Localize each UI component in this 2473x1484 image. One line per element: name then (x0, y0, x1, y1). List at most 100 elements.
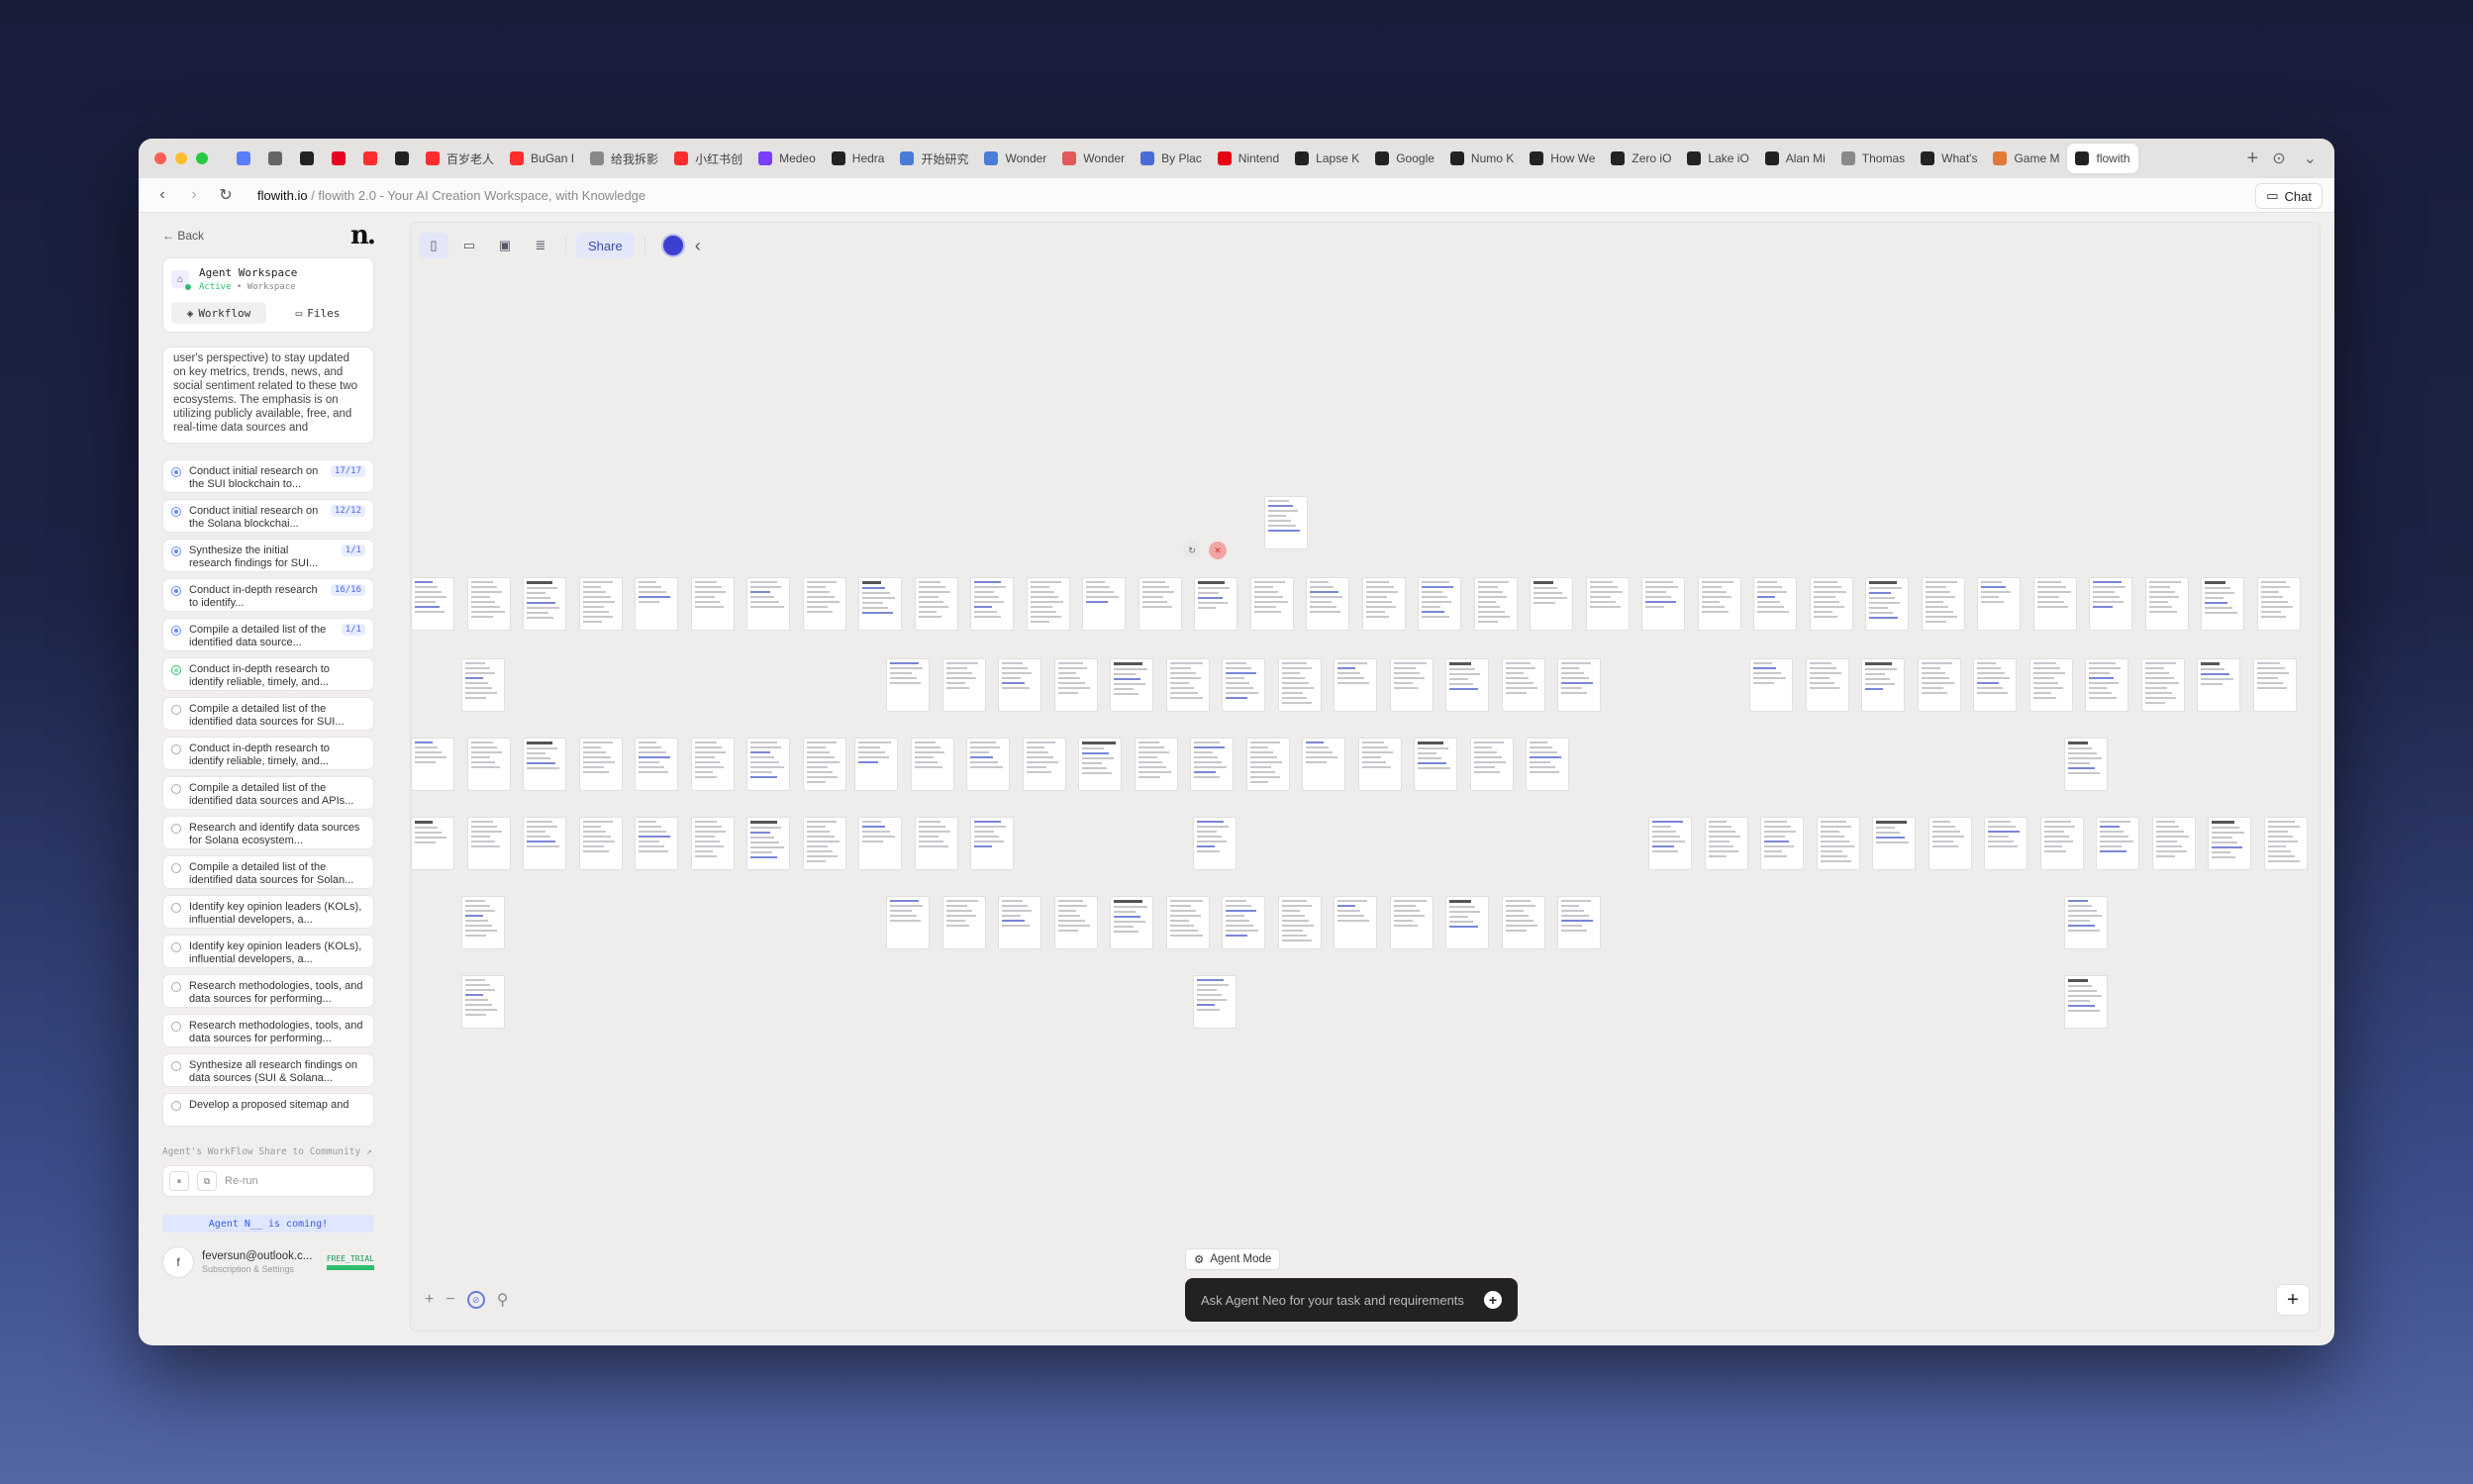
node-card[interactable] (966, 738, 1010, 791)
browser-tab[interactable]: Numo K (1442, 144, 1522, 173)
node-card[interactable] (1222, 658, 1265, 712)
node-card[interactable] (2039, 817, 2084, 870)
forward-arrow-icon[interactable]: › (186, 186, 202, 204)
browser-tab[interactable]: Lapse K (1287, 144, 1367, 173)
browser-tab[interactable]: BuGan I (502, 144, 582, 173)
node-card[interactable] (858, 817, 902, 870)
node-card[interactable] (1193, 975, 1236, 1029)
node-card[interactable] (1277, 896, 1322, 949)
node-card[interactable] (802, 817, 846, 870)
node-card[interactable] (411, 817, 454, 870)
node-card[interactable] (1138, 577, 1182, 631)
workflow-step[interactable]: Identify key opinion leaders (KOLs), inf… (162, 895, 374, 929)
browser-tab[interactable]: Wonder (1054, 144, 1133, 173)
node-card[interactable] (1526, 738, 1569, 791)
maximize-window-button[interactable] (196, 152, 208, 164)
sidebar-toggle-icon[interactable]: ▯ (419, 233, 448, 258)
rerun-input[interactable]: Re-run (225, 1175, 258, 1187)
browser-tab[interactable] (354, 144, 386, 173)
node-card[interactable] (1249, 577, 1294, 631)
workflow-step[interactable]: Conduct initial research on the Solana b… (162, 499, 374, 533)
user-avatar[interactable] (660, 234, 685, 257)
browser-tab[interactable]: Medeo (750, 144, 824, 173)
node-card[interactable] (578, 817, 623, 870)
back-button[interactable]: ← Back (162, 229, 204, 243)
node-card[interactable] (2064, 738, 2108, 791)
node-card[interactable] (411, 738, 454, 791)
node-card[interactable] (461, 896, 505, 949)
node-card[interactable] (858, 577, 902, 631)
workflow-step[interactable]: Compile a detailed list of the identifie… (162, 697, 374, 731)
workflow-step[interactable]: Synthesize all research findings on data… (162, 1053, 374, 1087)
node-card[interactable] (1053, 896, 1098, 949)
browser-tab[interactable] (228, 144, 259, 173)
node-card[interactable] (1501, 658, 1545, 712)
node-card[interactable] (1557, 896, 1601, 949)
node-card[interactable] (1110, 658, 1153, 712)
node-card[interactable] (941, 658, 986, 712)
node-card[interactable] (466, 738, 511, 791)
node-card[interactable] (1110, 896, 1153, 949)
node-card[interactable] (2085, 658, 2128, 712)
node-card[interactable] (2208, 817, 2251, 870)
workflow-canvas[interactable]: ▯ ▭ ▣ ≣ Share ‹ ↻ ✕ ⚙ Agent Mode Ask Age… (410, 222, 2321, 1332)
workflow-step[interactable]: Conduct in-depth research to identify...… (162, 578, 374, 612)
node-card[interactable] (970, 817, 1014, 870)
node-card[interactable] (578, 738, 623, 791)
close-window-button[interactable] (154, 152, 166, 164)
node-card[interactable] (1264, 496, 1308, 549)
node-card[interactable] (635, 577, 678, 631)
url-field[interactable]: flowith.io / flowith 2.0 - Your AI Creat… (257, 188, 645, 203)
node-card[interactable] (2151, 817, 2196, 870)
share-button[interactable]: Share (576, 233, 635, 258)
node-card[interactable] (1861, 658, 1905, 712)
node-card[interactable] (461, 975, 505, 1029)
browser-tab[interactable]: Zero iO (1603, 144, 1679, 173)
user-account[interactable]: f feversun@outlook.c... Subscription & S… (162, 1240, 374, 1284)
browser-tab[interactable]: Nintend (1210, 144, 1287, 173)
node-card[interactable] (1977, 577, 2021, 631)
coming-soon-banner[interactable]: Agent N__ is coming! (162, 1215, 374, 1233)
browser-tab[interactable]: Alan Mi (1757, 144, 1833, 173)
node-card[interactable] (746, 577, 790, 631)
node-card[interactable] (854, 738, 898, 791)
node-card[interactable] (1445, 896, 1489, 949)
ask-agent-input[interactable]: Ask Agent Neo for your task and requirem… (1185, 1278, 1518, 1322)
node-card[interactable] (1641, 577, 1685, 631)
node-card[interactable] (1501, 896, 1545, 949)
browser-tab[interactable]: 开始研究 (892, 144, 976, 173)
node-card[interactable] (998, 896, 1041, 949)
node-card[interactable] (1302, 738, 1345, 791)
browser-tab[interactable]: 给我拆影 (582, 144, 666, 173)
node-card[interactable] (1222, 896, 1265, 949)
node-card[interactable] (461, 658, 505, 712)
node-card[interactable] (1418, 577, 1461, 631)
task-prompt[interactable]: user's perspective) to stay updated on k… (162, 346, 374, 444)
node-card[interactable] (1306, 577, 1349, 631)
node-card[interactable] (635, 817, 678, 870)
pause-icon[interactable]: ⏸ (169, 1171, 189, 1191)
node-card[interactable] (1921, 577, 1965, 631)
node-card[interactable] (523, 738, 566, 791)
pin-icon[interactable]: ⚲ (497, 1290, 509, 1310)
node-card[interactable] (2096, 817, 2139, 870)
node-card[interactable] (1022, 738, 1066, 791)
agent-mode-toggle[interactable]: ⚙ Agent Mode (1185, 1248, 1281, 1270)
browser-tab[interactable]: How We (1522, 144, 1603, 173)
node-card[interactable] (1334, 896, 1377, 949)
browser-tab[interactable] (259, 144, 291, 173)
node-card[interactable] (941, 896, 986, 949)
node-card[interactable] (1053, 658, 1098, 712)
node-card[interactable] (802, 577, 846, 631)
compass-icon[interactable]: ⊘ (466, 1291, 485, 1309)
workflow-step[interactable]: Conduct initial research on the SUI bloc… (162, 459, 374, 493)
node-card[interactable] (2028, 658, 2073, 712)
node-card[interactable] (2197, 658, 2240, 712)
node-card[interactable] (1389, 896, 1434, 949)
zoom-out-icon[interactable]: − (445, 1291, 454, 1309)
node-card[interactable] (914, 577, 958, 631)
node-card[interactable] (2256, 577, 2301, 631)
node-card[interactable] (746, 817, 790, 870)
tab-workflow[interactable]: ◈ Workflow (171, 302, 266, 324)
chat-button[interactable]: ▭ Chat (2255, 183, 2323, 209)
